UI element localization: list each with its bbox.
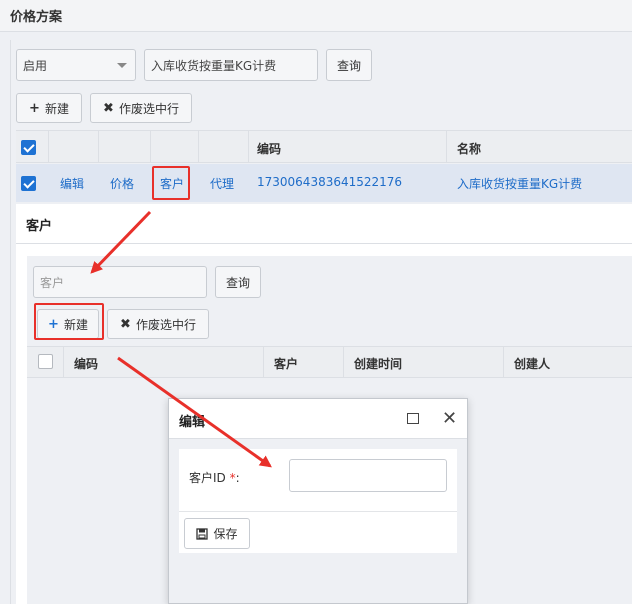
annotation-arrow bbox=[117, 356, 272, 468]
annotation-arrows bbox=[90, 210, 272, 468]
annotation-arrow bbox=[90, 210, 152, 274]
